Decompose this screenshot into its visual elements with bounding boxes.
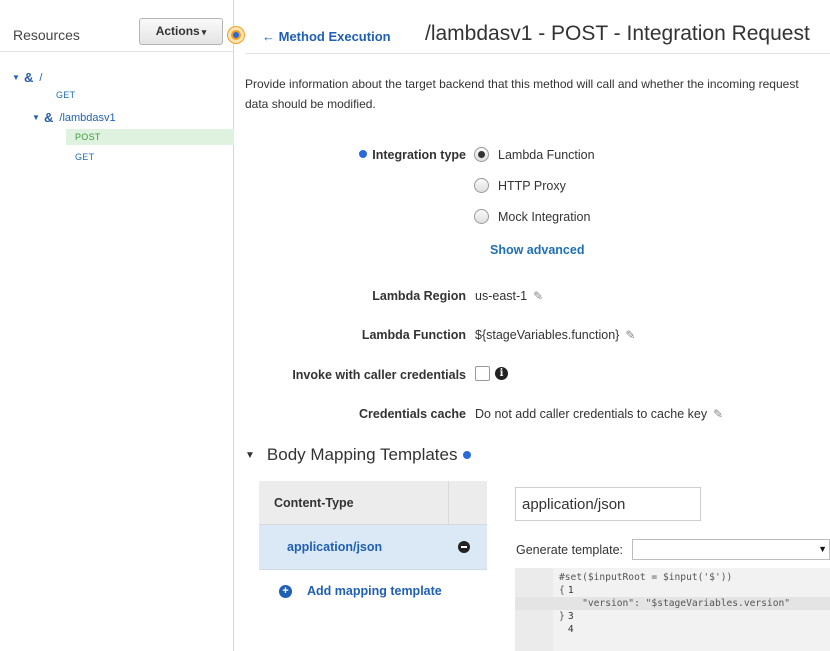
tree-resource-root[interactable]: ▼ & / [12, 70, 42, 85]
credentials-cache-value: Do not add caller credentials to cache k… [475, 407, 723, 421]
main-panel: ← Method Execution /lambdasv1 - POST - I… [235, 0, 830, 651]
invoke-credentials-checkbox[interactable] [475, 366, 490, 381]
content-type-column-header: Content-Type [259, 481, 449, 524]
method-lambdasv1-post[interactable]: POST [66, 129, 234, 145]
caret-down-icon: ▾ [201, 27, 207, 37]
info-icon[interactable]: i [495, 367, 508, 380]
plus-circle-icon: + [279, 584, 292, 598]
intro-text: Provide information about the target bac… [245, 77, 799, 111]
page-title: /lambdasv1 - POST - Integration Request [425, 22, 810, 45]
resource-icon: & [44, 110, 54, 125]
pencil-edit-icon[interactable]: ✎ [713, 407, 723, 421]
page-header: ← Method Execution /lambdasv1 - POST - I… [245, 0, 830, 54]
arrow-left-icon: ← [262, 29, 275, 44]
radio-button[interactable] [474, 178, 489, 193]
lambda-function-label: Lambda Function [361, 328, 466, 342]
tree-collapse-icon[interactable]: ▼ [32, 113, 44, 122]
radio-lambda-function[interactable]: Lambda Function [474, 147, 595, 162]
integration-type-text: Integration type [372, 148, 466, 162]
radio-button-checked[interactable] [474, 147, 489, 162]
pencil-edit-icon[interactable]: ✎ [625, 328, 635, 342]
lambda-function-text: ${stageVariables.function} [475, 328, 620, 342]
tree-resource-lambdasv1[interactable]: ▼ & /lambdasv1 [32, 110, 116, 125]
code-text: { [559, 585, 565, 596]
body-mapping-title: Body Mapping Templates [266, 445, 458, 464]
code-text: "version": "$stageVariables.version" [559, 598, 791, 609]
code-line: 4 } [515, 610, 830, 635]
required-dot-icon [359, 150, 368, 158]
content-type-row[interactable]: application/json [259, 525, 487, 570]
radio-label: Mock Integration [498, 209, 591, 224]
lambda-region-label: Lambda Region [372, 289, 466, 303]
actions-button[interactable]: Actions ▾ [139, 18, 223, 45]
tree-collapse-icon[interactable]: ▼ [12, 73, 24, 82]
integration-type-label: Integration type [359, 148, 466, 162]
resource-path-root: / [39, 71, 43, 84]
code-text: #set($inputRoot = $input('$')) [559, 572, 733, 583]
resources-title: Resources [13, 27, 80, 43]
content-type-name: application/json [287, 540, 383, 554]
dropdown-arrow-icon: ▼ [818, 544, 827, 554]
code-line-active: 3 "version": "$stageVariables.version" [515, 597, 830, 622]
method-root-get[interactable]: GET [56, 90, 75, 100]
info-dot-icon [463, 451, 472, 459]
code-line: 2▾ { [515, 584, 830, 609]
back-to-method-execution-link[interactable]: ← Method Execution [262, 29, 391, 44]
method-lambdasv1-get[interactable]: GET [75, 152, 94, 162]
content-type-input[interactable] [515, 487, 701, 521]
content-type-header: Content-Type [259, 481, 487, 525]
lambda-region-value: us-east-1 ✎ [475, 289, 543, 303]
radio-button[interactable] [474, 209, 489, 224]
generate-template-label: Generate template: [516, 543, 624, 557]
resource-icon: & [24, 70, 34, 85]
template-code-editor[interactable]: 1 #set($inputRoot = $input('$')) 2▾ { 3 … [515, 568, 830, 651]
generate-template-select[interactable]: ▼ [632, 539, 830, 560]
credentials-cache-label: Credentials cache [359, 407, 466, 421]
radio-label: Lambda Function [498, 147, 595, 162]
lambda-function-value: ${stageVariables.function} ✎ [475, 328, 635, 342]
content-type-table: Content-Type application/json + Add mapp… [259, 481, 487, 598]
lambda-region-text: us-east-1 [475, 289, 528, 303]
resource-path-lambdasv1: /lambdasv1 [59, 111, 116, 124]
invoke-credentials-label: Invoke with caller credentials [292, 368, 466, 382]
radio-http-proxy[interactable]: HTTP Proxy [474, 178, 566, 193]
add-mapping-template-button[interactable]: + Add mapping template [279, 584, 442, 598]
radio-mock-integration[interactable]: Mock Integration [474, 209, 590, 224]
collapse-triangle-icon: ▼ [245, 449, 255, 461]
resources-sidebar: Resources Actions ▾ ▼ & / GET ▼ & /lambda… [0, 0, 234, 651]
add-mapping-label: Add mapping template [307, 584, 442, 598]
remove-minus-icon[interactable] [458, 541, 470, 553]
credentials-cache-text: Do not add caller credentials to cache k… [475, 407, 708, 421]
invoke-credentials-control: i [475, 366, 508, 381]
show-advanced-link[interactable]: Show advanced [490, 243, 584, 257]
code-text: } [559, 611, 565, 622]
pencil-edit-icon[interactable]: ✎ [533, 289, 543, 303]
code-line: 1 #set($inputRoot = $input('$')) [515, 571, 830, 596]
back-link-label: Method Execution [278, 29, 391, 44]
actions-label: Actions [155, 24, 200, 38]
line-number: 4 [567, 624, 574, 635]
body-mapping-section-toggle[interactable]: ▼ Body Mapping Templates [245, 445, 472, 465]
radio-label: HTTP Proxy [498, 178, 566, 193]
resources-header: Resources Actions ▾ [0, 0, 234, 52]
